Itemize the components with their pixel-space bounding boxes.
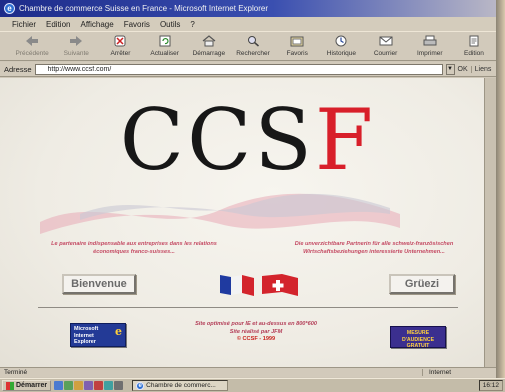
forward-label: Suivante (63, 50, 89, 57)
toolbar: Précédente Suivante Arrêter Actualiser D… (0, 31, 496, 61)
address-dropdown-icon[interactable]: ▼ (445, 63, 455, 75)
divider (38, 307, 458, 308)
home-icon (201, 34, 217, 48)
system-tray: 16:12 (478, 380, 503, 391)
edit-icon (466, 34, 482, 48)
flags-icon[interactable] (218, 272, 308, 298)
credits-author: Site réalisé par JFM (229, 328, 283, 335)
start-button[interactable]: Démarrer (2, 380, 52, 391)
menu-bar: Fichier Edition Affichage Favoris Outils… (0, 17, 496, 31)
ccsf-logo: CCSF (0, 92, 496, 188)
print-icon (422, 34, 438, 48)
stop-button[interactable]: Arrêter (98, 34, 142, 57)
address-bar: Adresse ▼ OK Liens (0, 62, 496, 77)
credits-optimised: Site optimisé pour IE et au-dessus en 80… (195, 321, 317, 327)
task-ie-icon: e (136, 381, 145, 390)
ie-badge-line-2: Internet (74, 332, 94, 339)
mail-label: Courrier (373, 50, 398, 57)
logo-ccs: CCS (119, 91, 315, 189)
browser-window: e Chambre de commerce Suisse en France -… (0, 0, 496, 392)
print-button[interactable]: Imprimer (408, 34, 452, 57)
search-button[interactable]: Rechercher (231, 34, 275, 57)
french-flag-icon (220, 275, 254, 296)
refresh-icon (157, 34, 173, 48)
taskbar: Démarrer e Chambre de commerc... 16:12 (0, 378, 505, 392)
quicklaunch-app2-icon[interactable] (94, 381, 104, 390)
address-input[interactable] (34, 63, 443, 75)
stop-icon (112, 34, 128, 48)
status-bar: Terminé Internet (0, 367, 496, 377)
print-label: Imprimer (416, 50, 443, 57)
logo-f: F (314, 91, 377, 189)
menu-edit[interactable]: Edition (46, 20, 70, 29)
search-label: Rechercher (236, 50, 270, 57)
mail-button[interactable]: Courrier (364, 34, 408, 57)
quicklaunch-ie-icon[interactable] (54, 381, 64, 390)
task-button-ie[interactable]: e Chambre de commerc... (132, 380, 229, 391)
site-credits: Site optimisé pour IE et au-dessus en 80… (176, 321, 336, 344)
task-label: Chambre de commerc... (146, 382, 216, 389)
home-label: Démarrage (192, 50, 226, 57)
partner-text-de: Die unverzichtbare Partnerin für alle sc… (294, 241, 454, 255)
audience-line-3: GRATUIT (406, 343, 430, 349)
windows-logo-icon (6, 381, 14, 390)
edit-button[interactable]: Edition (452, 34, 496, 57)
go-button[interactable]: OK (458, 66, 468, 73)
history-icon (333, 34, 349, 48)
edit-label: Edition (464, 50, 484, 57)
quicklaunch-desktop-icon[interactable] (64, 381, 74, 390)
search-icon (245, 34, 261, 48)
stop-label: Arrêter (110, 50, 131, 57)
forward-button[interactable]: Suivante (54, 34, 98, 57)
menu-tools[interactable]: Outils (160, 20, 180, 29)
history-label: Historique (326, 50, 357, 57)
back-button[interactable]: Précédente (10, 34, 54, 57)
refresh-label: Actualiser (150, 50, 179, 57)
ie-badge-line-3: Explorer (74, 339, 96, 345)
forward-arrow-icon (68, 34, 84, 48)
refresh-button[interactable]: Actualiser (143, 34, 187, 57)
status-text: Terminé (4, 369, 28, 376)
history-button[interactable]: Historique (319, 34, 363, 57)
home-button[interactable]: Démarrage (187, 34, 231, 57)
quick-launch (54, 381, 124, 390)
mail-icon (378, 34, 394, 48)
ie-badge-logo: e (115, 325, 122, 338)
favorites-icon (289, 34, 305, 48)
page-content: CCSF Le partenaire indispensable aux ent… (0, 78, 496, 367)
vertical-scrollbar[interactable] (484, 78, 496, 367)
menu-file[interactable]: Fichier (12, 20, 36, 29)
gruezi-button[interactable]: Grüezi (389, 274, 455, 294)
start-label: Démarrer (16, 382, 48, 389)
bienvenue-button[interactable]: Bienvenue (62, 274, 136, 294)
ie-badge-line-1: Microsoft (74, 326, 99, 332)
security-zone: Internet (422, 369, 496, 376)
quicklaunch-app-icon[interactable] (84, 381, 94, 390)
links-button[interactable]: Liens (470, 65, 491, 73)
back-arrow-icon (24, 34, 40, 48)
menu-favorites[interactable]: Favoris (124, 20, 150, 29)
back-label: Précédente (15, 50, 49, 57)
favorites-label: Favoris (286, 50, 308, 57)
quicklaunch-app3-icon[interactable] (104, 381, 114, 390)
favorites-button[interactable]: Favoris (275, 34, 319, 57)
window-title: Chambre de commerce Suisse en France - M… (19, 4, 268, 13)
credits-copyright: © CCSF - 1999 (236, 336, 276, 342)
quicklaunch-app4-icon[interactable] (114, 381, 124, 390)
menu-view[interactable]: Affichage (80, 20, 113, 29)
partner-text-fr: Le partenaire indispensable aux entrepri… (51, 241, 217, 255)
swiss-flag-icon (262, 274, 298, 296)
ie-badge[interactable]: e Microsoft Internet Explorer (70, 323, 126, 347)
quicklaunch-folder-icon[interactable] (74, 381, 84, 390)
title-bar[interactable]: e Chambre de commerce Suisse en France -… (0, 0, 496, 17)
tray-clock[interactable]: 16:12 (483, 382, 499, 389)
window-edge (496, 0, 505, 378)
ie-logo-icon: e (4, 3, 15, 14)
address-label: Adresse (4, 64, 32, 74)
audience-badge[interactable]: MESURE D'AUDIENCE GRATUIT (390, 326, 446, 349)
decorative-wave (40, 193, 400, 234)
menu-help[interactable]: ? (190, 20, 194, 29)
